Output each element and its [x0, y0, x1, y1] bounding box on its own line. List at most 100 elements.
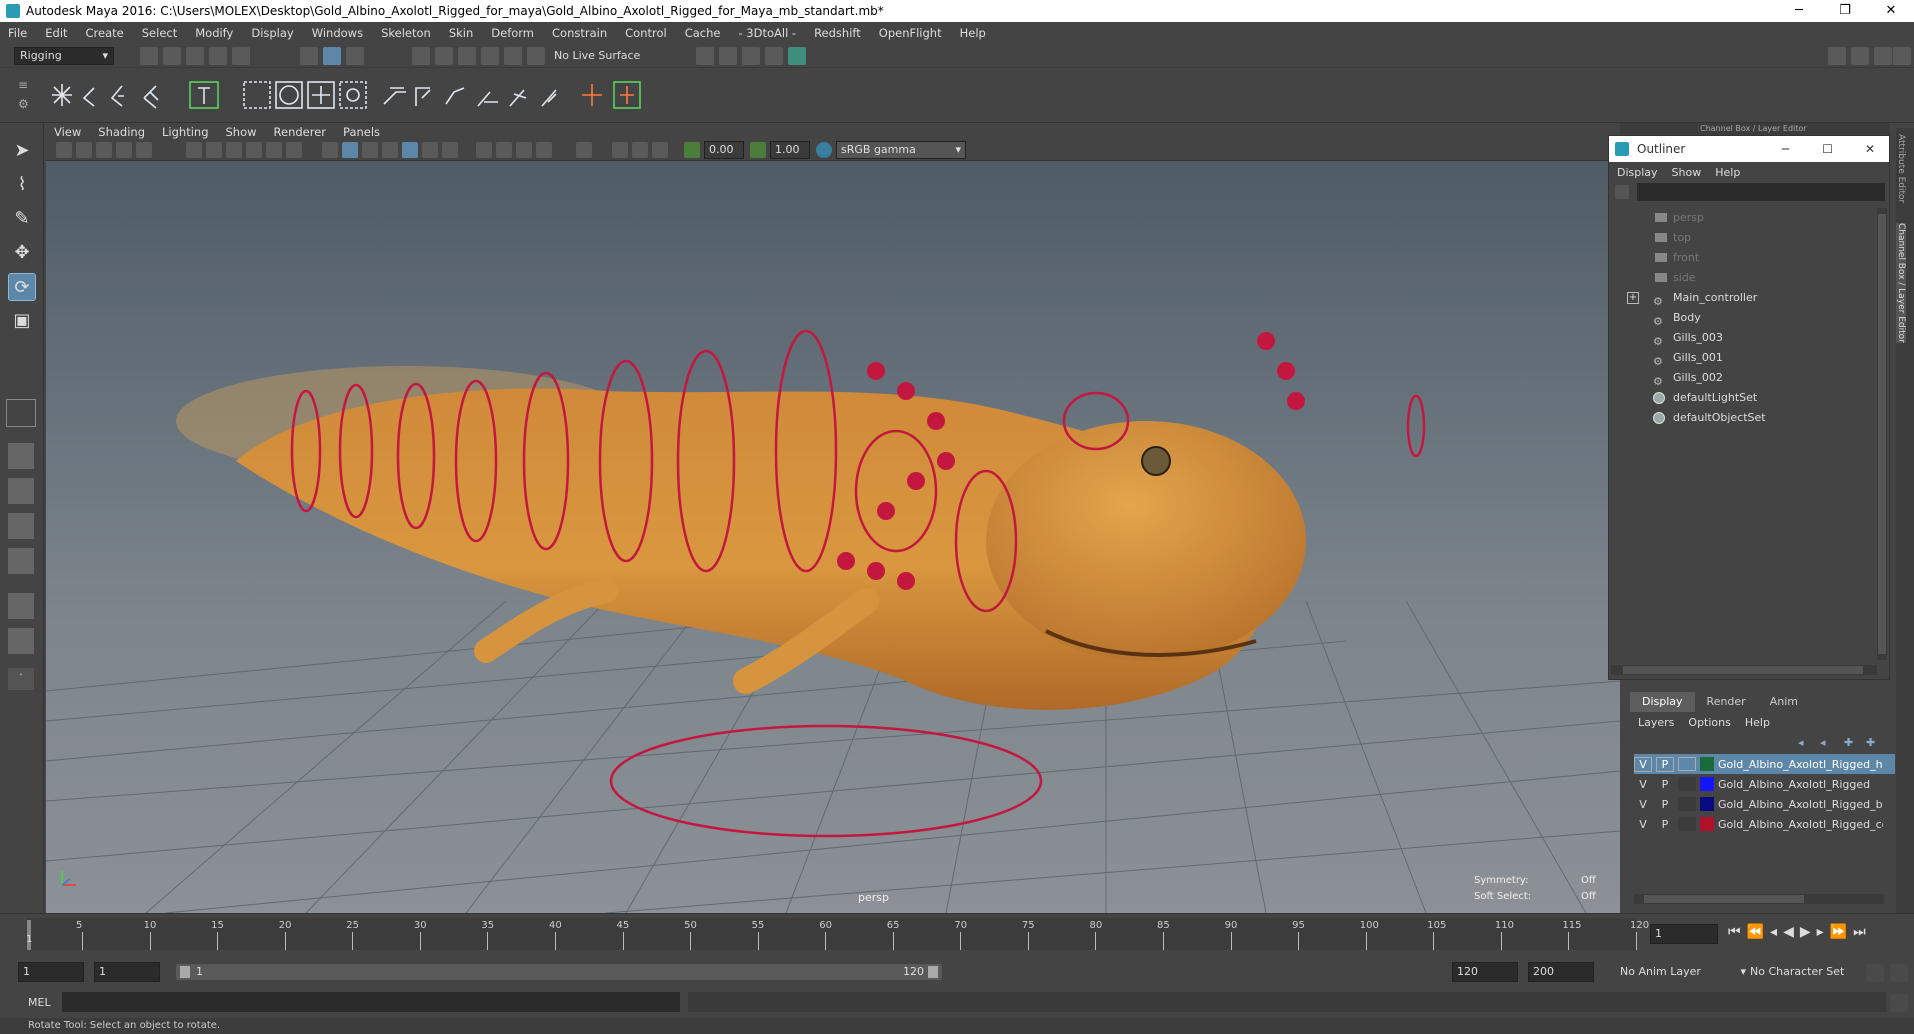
menu-skeleton[interactable]: Skeleton	[381, 26, 431, 40]
scale-tool-icon[interactable]: ▣	[8, 307, 36, 335]
layer-type-toggle[interactable]	[1678, 777, 1696, 791]
smooth-shade-icon[interactable]	[342, 142, 358, 158]
grid-toggle-icon[interactable]	[186, 142, 202, 158]
layer-type-toggle[interactable]	[1678, 817, 1696, 831]
layer-menu-options[interactable]: Options	[1688, 716, 1730, 729]
snap-curve-icon[interactable]	[435, 47, 453, 65]
outliner-item-side[interactable]: side	[1609, 268, 1889, 288]
outliner-item-body[interactable]: ⚙ Body	[1609, 308, 1889, 328]
ipr-render-icon[interactable]	[719, 47, 737, 65]
step-forward-frame-icon[interactable]: ▸	[1817, 924, 1830, 940]
exposure-field[interactable]: 0.00	[704, 141, 744, 159]
outliner-item-top[interactable]: top	[1609, 228, 1889, 248]
attribute-editor-icon[interactable]	[1851, 47, 1869, 65]
outliner-close-button[interactable]: ✕	[1865, 136, 1875, 162]
outliner-horizontal-scrollbar[interactable]	[1611, 665, 1877, 675]
layer-visibility-toggle[interactable]: V	[1634, 756, 1652, 772]
outliner-menu-display[interactable]: Display	[1617, 166, 1658, 179]
wireframe-icon[interactable]	[322, 142, 338, 158]
gamma-field[interactable]: 1.00	[770, 141, 810, 159]
snap-point-icon[interactable]	[458, 47, 476, 65]
panel-menu-lighting[interactable]: Lighting	[162, 125, 208, 139]
layer-playback-toggle[interactable]: P	[1656, 778, 1674, 791]
outliner-item-default-object-set[interactable]: defaultObjectSet	[1609, 408, 1889, 428]
layer-row[interactable]: V P Gold_Albino_Axolotl_Rigged	[1634, 774, 1895, 794]
move-tool-icon[interactable]: ✥	[8, 239, 36, 267]
menu-cache[interactable]: Cache	[685, 26, 721, 40]
new-layer-selected-icon[interactable]: ✚	[1866, 736, 1875, 749]
paint-select-tool-icon[interactable]: ✎	[8, 205, 36, 233]
menu-skin[interactable]: Skin	[449, 26, 473, 40]
render-settings-icon[interactable]	[742, 47, 760, 65]
playback-end-field[interactable]: 120	[1452, 962, 1518, 982]
hypershade-icon[interactable]	[765, 47, 783, 65]
command-language-label[interactable]: MEL	[28, 996, 51, 1009]
menu-3dtoall[interactable]: - 3DtoAll -	[738, 26, 796, 40]
panel-menu-renderer[interactable]: Renderer	[274, 125, 327, 139]
select-hierarchy-icon[interactable]	[300, 47, 318, 65]
script-editor-icon[interactable]	[1890, 994, 1908, 1012]
xray-joints-icon[interactable]	[632, 142, 648, 158]
rotate-tool-icon[interactable]: ⟳	[8, 273, 36, 301]
single-perspective-layout-icon[interactable]	[6, 399, 36, 427]
persp-graph-layout-icon[interactable]	[8, 513, 34, 539]
outliner-menu-help[interactable]: Help	[1715, 166, 1740, 179]
new-scene-icon[interactable]	[140, 47, 158, 65]
outliner-item-gills-003[interactable]: ⚙ Gills_003	[1609, 328, 1889, 348]
anti-aliasing-icon[interactable]	[516, 142, 532, 158]
tab-display[interactable]: Display	[1630, 692, 1695, 712]
panel-menu-shading[interactable]: Shading	[98, 125, 145, 139]
panel-menu-panels[interactable]: Panels	[343, 125, 380, 139]
hypershade-layout-icon[interactable]	[8, 548, 34, 574]
layer-row[interactable]: V P Gold_Albino_Axolotl_Rigged_he	[1634, 754, 1895, 774]
menu-control[interactable]: Control	[625, 26, 667, 40]
layer-type-toggle[interactable]	[1678, 797, 1696, 811]
playback-start-field[interactable]: 1	[94, 962, 160, 982]
auto-key-icon[interactable]	[1866, 964, 1884, 982]
gamma-icon[interactable]	[750, 142, 766, 158]
play-backward-icon[interactable]: ◀	[1783, 924, 1800, 940]
tab-anim[interactable]: Anim	[1758, 692, 1810, 712]
gate-mask-icon[interactable]	[246, 142, 262, 158]
menu-display[interactable]: Display	[251, 26, 293, 40]
outliner-item-persp[interactable]: persp	[1609, 208, 1889, 228]
view-transform-dropdown[interactable]: sRGB gamma ▾	[836, 141, 966, 159]
layer-type-toggle[interactable]	[1678, 757, 1696, 771]
step-back-key-icon[interactable]: ⏪	[1747, 924, 1770, 940]
backface-culling-icon[interactable]	[652, 142, 668, 158]
animation-start-field[interactable]: 1	[18, 962, 84, 982]
menu-openflight[interactable]: OpenFlight	[879, 26, 942, 40]
go-to-start-icon[interactable]: ⏮	[1728, 924, 1747, 940]
use-all-lights-icon[interactable]	[422, 142, 438, 158]
exposure-icon[interactable]	[684, 142, 700, 158]
move-layer-down-icon[interactable]: ◂	[1820, 736, 1826, 749]
image-plane-icon[interactable]	[96, 142, 112, 158]
undo-icon[interactable]	[209, 47, 227, 65]
shelf-settings-icon[interactable]: ≡ ⚙	[18, 76, 32, 114]
menu-file[interactable]: File	[8, 26, 27, 40]
outliner-item-front[interactable]: front	[1609, 248, 1889, 268]
resolution-gate-icon[interactable]	[226, 142, 242, 158]
range-bar[interactable]: 1 120	[176, 964, 942, 980]
move-layer-up-icon[interactable]: ◂	[1798, 736, 1804, 749]
tool-settings-icon[interactable]	[1874, 47, 1892, 65]
outliner-item-default-light-set[interactable]: defaultLightSet	[1609, 388, 1889, 408]
custom-layout-icon[interactable]	[8, 628, 34, 654]
step-forward-key-icon[interactable]: ⏩	[1830, 924, 1853, 940]
channel-box-tab[interactable]: Channel Box / Layer Editor	[1896, 223, 1906, 344]
render-frame-icon[interactable]	[696, 47, 714, 65]
menu-windows[interactable]: Windows	[312, 26, 363, 40]
layer-playback-toggle[interactable]: P	[1656, 756, 1674, 772]
menu-constrain[interactable]: Constrain	[552, 26, 607, 40]
color-management-icon[interactable]	[816, 142, 832, 158]
select-component-icon[interactable]	[346, 47, 364, 65]
persp-outliner-layout-icon[interactable]	[8, 478, 34, 504]
menu-deform[interactable]: Deform	[491, 26, 534, 40]
anim-layer-dropdown[interactable]: No Anim Layer ▾	[1620, 962, 1746, 982]
layer-row[interactable]: V P Gold_Albino_Axolotl_Rigged_bo	[1634, 794, 1895, 814]
layer-menu-layers[interactable]: Layers	[1638, 716, 1674, 729]
layer-visibility-toggle[interactable]: V	[1634, 818, 1652, 831]
layer-menu-help[interactable]: Help	[1745, 716, 1770, 729]
range-end-handle[interactable]	[928, 966, 938, 978]
layout-menu-icon[interactable]: ·	[8, 668, 34, 690]
